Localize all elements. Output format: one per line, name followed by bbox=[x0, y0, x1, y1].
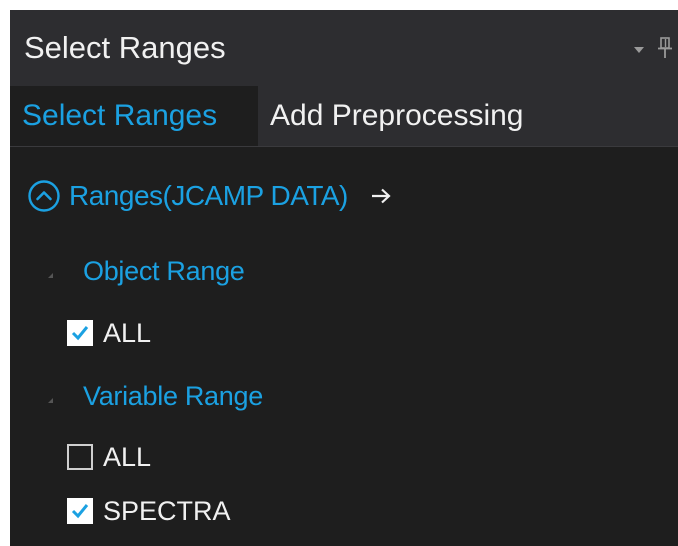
variable-range-spectra-checkbox[interactable] bbox=[67, 498, 93, 524]
object-range-all-label: ALL bbox=[103, 317, 152, 348]
expander-icon[interactable] bbox=[48, 397, 53, 403]
chevron-up-circle-icon[interactable] bbox=[27, 179, 61, 213]
right-arrow-icon[interactable] bbox=[370, 186, 392, 206]
variable-range-spectra-label: SPECTRA bbox=[103, 495, 231, 526]
expander-icon[interactable] bbox=[48, 272, 53, 278]
tab-strip: Select Ranges Add Preprocessing bbox=[10, 86, 678, 147]
checkmark-icon bbox=[71, 326, 89, 341]
object-range-all-checkbox[interactable] bbox=[67, 320, 93, 346]
pin-icon[interactable] bbox=[658, 37, 672, 59]
variable-range-all-label: ALL bbox=[103, 441, 152, 472]
object-range-label: Object Range bbox=[83, 255, 245, 286]
object-range-all-option[interactable]: ALL bbox=[67, 313, 151, 353]
tab-select-ranges[interactable]: Select Ranges bbox=[10, 86, 258, 146]
panel-titlebar: Select Ranges bbox=[10, 10, 678, 86]
variable-range-all-option[interactable]: ALL bbox=[67, 437, 151, 477]
ranges-content: Ranges(JCAMP DATA) Object Range ALL Vari… bbox=[10, 147, 678, 546]
ranges-header[interactable]: Ranges(JCAMP DATA) bbox=[27, 174, 392, 218]
variable-range-header[interactable]: Variable Range bbox=[48, 376, 263, 416]
select-ranges-panel: Select Ranges Select Ranges Add Preproce… bbox=[0, 0, 678, 546]
ranges-header-label: Ranges(JCAMP DATA) bbox=[69, 180, 348, 211]
variable-range-all-checkbox[interactable] bbox=[67, 444, 93, 470]
object-range-header[interactable]: Object Range bbox=[48, 251, 245, 291]
checkmark-icon bbox=[71, 504, 89, 519]
tab-add-preprocessing[interactable]: Add Preprocessing bbox=[258, 86, 535, 146]
dropdown-arrow-icon[interactable] bbox=[634, 47, 644, 53]
panel-title: Select Ranges bbox=[24, 30, 226, 65]
variable-range-label: Variable Range bbox=[83, 380, 263, 411]
title-controls bbox=[634, 36, 672, 60]
variable-range-spectra-option[interactable]: SPECTRA bbox=[67, 491, 231, 531]
